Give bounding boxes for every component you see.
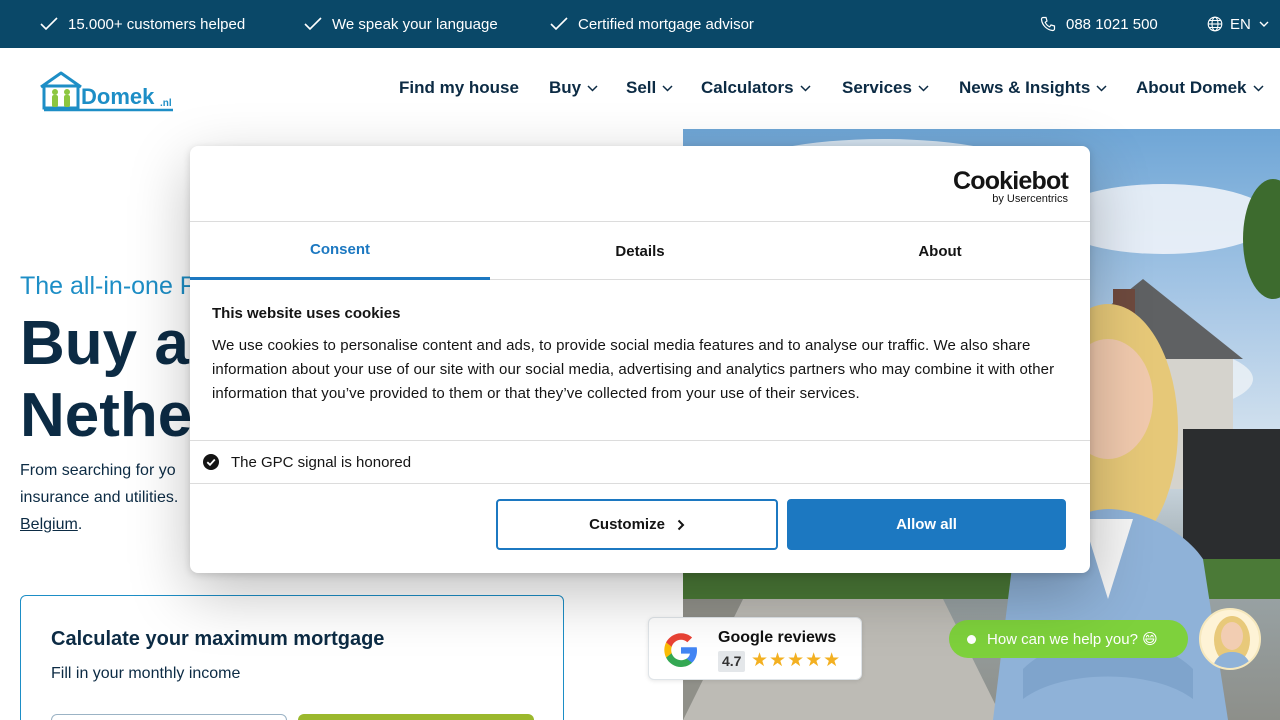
nav-services[interactable]: Services: [842, 78, 929, 98]
chevron-down-icon: [800, 84, 811, 92]
usp-customers: 15.000+ customers helped: [40, 0, 245, 48]
logo-text: Domek: [81, 84, 155, 109]
chat-prompt-button[interactable]: How can we help you? 😄: [949, 620, 1188, 658]
gpc-notice: The GPC signal is honored: [190, 440, 1090, 484]
chat-label: How can we help you? 😄: [987, 631, 1158, 648]
hero-subtitle: The all-in-one F: [20, 272, 196, 300]
mortgage-calculator-card: Calculate your maximum mortgage Fill in …: [20, 595, 564, 720]
chevron-down-icon: [918, 84, 929, 92]
calculate-button[interactable]: [298, 714, 534, 720]
allow-all-button[interactable]: Allow all: [787, 499, 1066, 550]
top-bar: 15.000+ customers helped We speak your l…: [0, 0, 1280, 48]
chevron-down-icon: [662, 84, 673, 92]
cookie-dialog-header: Cookiebot by Usercentrics: [190, 146, 1090, 222]
nav-label: About Domek: [1136, 78, 1247, 97]
hero-title: Buy a Nethe: [20, 308, 192, 452]
nav-label: Buy: [549, 78, 582, 97]
check-icon: [40, 17, 58, 31]
language-label: EN: [1230, 15, 1251, 33]
cookiebot-brand-sub: by Usercentrics: [992, 193, 1068, 205]
phone-number: 088 1021 500: [1066, 15, 1158, 33]
nav-buy[interactable]: Buy: [549, 78, 598, 98]
tab-details[interactable]: Details: [490, 222, 790, 280]
nav-label: Sell: [626, 78, 657, 97]
hero-body-end: .: [77, 516, 83, 533]
cookie-description: We use cookies to personalise content an…: [212, 337, 1055, 402]
hero-title-line: Nethe: [20, 381, 193, 450]
check-icon: [304, 17, 322, 31]
nav-find-my-house[interactable]: Find my house: [399, 78, 519, 98]
usp-label: We speak your language: [332, 15, 498, 33]
phone-link[interactable]: 088 1021 500: [1040, 0, 1158, 48]
cookiebot-logo: Cookiebot by Usercentrics: [952, 167, 1069, 205]
chevron-down-icon: [1252, 84, 1264, 92]
usp-language: We speak your language: [304, 0, 498, 48]
customize-label: Customize: [589, 516, 665, 533]
customize-button[interactable]: Customize: [496, 499, 778, 550]
google-reviews-badge[interactable]: Google reviews 4.7 ★★★★★: [648, 617, 862, 680]
site-header: Domek .nl Find my house Buy Sell Calcula…: [0, 48, 1280, 129]
chevron-right-icon: [677, 519, 685, 530]
gpc-label: The GPC signal is honored: [231, 453, 412, 471]
check-icon: [550, 17, 568, 31]
online-indicator-icon: [967, 634, 976, 644]
usp-label: Certified mortgage advisor: [578, 15, 754, 33]
reviews-rating: 4.7: [718, 651, 746, 672]
nav-label: Services: [842, 78, 912, 97]
cookie-consent-dialog: Cookiebot by Usercentrics Consent Detail…: [190, 146, 1090, 573]
google-g-icon: [664, 633, 697, 667]
calculator-title: Calculate your maximum mortgage: [51, 628, 385, 650]
nav-calculators[interactable]: Calculators: [701, 78, 811, 98]
hero-title-line: Buy a: [20, 309, 189, 378]
chat-agent-avatar[interactable]: [1199, 608, 1261, 670]
globe-icon: [1207, 16, 1223, 32]
cookie-title: This website uses cookies: [212, 305, 401, 322]
usp-advisor: Certified mortgage advisor: [550, 0, 754, 48]
nav-news-insights[interactable]: News & Insights: [959, 78, 1107, 98]
star-rating-icon: ★★★★★: [751, 650, 842, 671]
nav-sell[interactable]: Sell: [626, 78, 673, 98]
reviews-title: Google reviews: [718, 629, 837, 646]
chevron-down-icon: [1259, 21, 1269, 27]
language-selector[interactable]: EN: [1207, 0, 1279, 48]
nav-about-domek[interactable]: About Domek: [1136, 78, 1264, 98]
chevron-down-icon: [587, 84, 598, 92]
calculator-subtitle: Fill in your monthly income: [51, 665, 241, 682]
check-circle-icon: [203, 454, 219, 470]
chevron-down-icon: [1096, 84, 1107, 92]
tab-about[interactable]: About: [790, 222, 1090, 280]
nav-label: News & Insights: [959, 78, 1091, 97]
belgium-link[interactable]: Belgium: [20, 516, 78, 533]
nav-label: Find my house: [399, 78, 519, 97]
cookie-tabs: Consent Details About: [190, 222, 1090, 280]
nav-label: Calculators: [701, 78, 794, 97]
domek-logo[interactable]: Domek .nl: [39, 70, 179, 114]
tab-consent[interactable]: Consent: [190, 222, 490, 280]
usp-label: 15.000+ customers helped: [68, 15, 246, 33]
logo-suffix: .nl: [160, 98, 172, 109]
cookiebot-brand: Cookiebot: [952, 167, 1069, 195]
income-input[interactable]: [51, 714, 287, 720]
phone-icon: [1040, 16, 1056, 32]
